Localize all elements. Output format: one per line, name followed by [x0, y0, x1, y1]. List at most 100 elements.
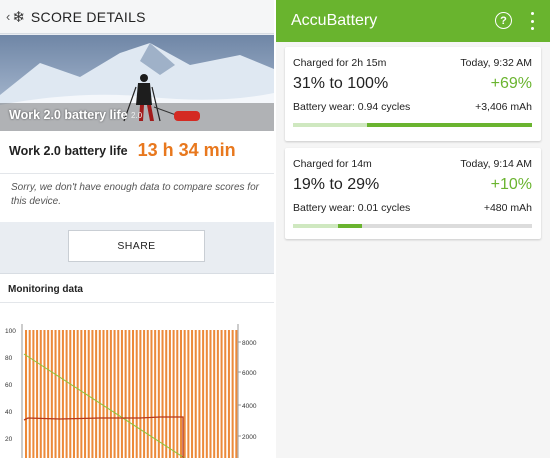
- charge-progress-bar: [293, 123, 532, 127]
- activity-bar: [216, 330, 219, 458]
- activity-bar: [198, 330, 201, 458]
- charge-added-segment: [367, 123, 532, 127]
- pcmark-panel: ‹ ❄ SCORE DETAILS Work 2.0 battery life …: [0, 0, 274, 458]
- charge-session-card[interactable]: Charged for 14m Today, 9:14 AM 19% to 29…: [285, 148, 541, 239]
- charge-session-card[interactable]: Charged for 2h 15m Today, 9:32 AM 31% to…: [285, 47, 541, 141]
- score-details-header: ‹ ❄ SCORE DETAILS: [0, 0, 274, 34]
- activity-bar: [205, 330, 208, 458]
- activity-bar: [124, 330, 127, 458]
- activity-bar: [183, 330, 186, 458]
- hero-image: Work 2.0 battery life 2.0: [0, 35, 274, 131]
- activity-bar: [202, 330, 205, 458]
- activity-bar: [106, 330, 109, 458]
- activity-bar: [120, 330, 123, 458]
- activity-bar: [61, 330, 64, 458]
- activity-bar: [50, 330, 53, 458]
- right-axis-tick: 6000: [242, 370, 257, 377]
- activity-bar: [179, 330, 182, 458]
- activity-bar: [98, 330, 101, 458]
- charge-delta: +69%: [490, 75, 532, 92]
- battery-wear: Battery wear: 0.94 cycles: [293, 101, 411, 113]
- activity-bar: [187, 330, 190, 458]
- activity-bar: [76, 330, 79, 458]
- activity-bar: [157, 330, 160, 458]
- activity-bar: [191, 330, 194, 458]
- activity-bar: [161, 330, 164, 458]
- share-button[interactable]: SHARE: [68, 230, 205, 262]
- right-axis-tick: 2000: [242, 434, 257, 441]
- charge-duration: Charged for 14m: [293, 158, 372, 170]
- charge-duration: Charged for 2h 15m: [293, 57, 387, 69]
- monitoring-chart: 100 80 60 40 20 8000 6000 4000 2000: [5, 324, 257, 458]
- accubattery-panel: AccuBattery ? Charged for 2h 15m Today, …: [276, 0, 550, 458]
- activity-bar: [91, 330, 94, 458]
- activity-bar: [117, 330, 120, 458]
- activity-bar: [43, 330, 46, 458]
- activity-bar: [87, 330, 90, 458]
- activity-bar: [65, 330, 68, 458]
- activity-bar: [58, 330, 61, 458]
- activity-bar: [36, 330, 39, 458]
- charge-progress-bar: [293, 224, 532, 228]
- activity-bar: [28, 330, 31, 458]
- activity-bar: [176, 330, 179, 458]
- activity-bar: [194, 330, 197, 458]
- charge-start-segment: [293, 224, 339, 228]
- activity-bar: [109, 330, 112, 458]
- activity-bar: [39, 330, 42, 458]
- activity-bar: [32, 330, 35, 458]
- activity-bar: [25, 330, 28, 458]
- activity-bar: [69, 330, 72, 458]
- monitoring-data-card: Monitoring data 100 80 60 40 20 8000 6000 4000 2…: [0, 273, 274, 458]
- activity-bar: [220, 330, 223, 458]
- charge-range: 31% to 100%: [293, 75, 389, 92]
- charge-capacity: +3,406 mAh: [475, 101, 532, 113]
- activity-bar: [209, 330, 212, 458]
- page-title: SCORE DETAILS: [30, 8, 146, 25]
- activity-bar: [113, 330, 116, 458]
- activity-bar: [47, 330, 50, 458]
- activity-bar: [224, 330, 227, 458]
- right-axis-tick: 8000: [242, 340, 257, 347]
- activity-bar: [72, 330, 75, 458]
- activity-bar: [54, 330, 57, 458]
- snowflake-icon: ❄: [12, 8, 25, 26]
- activity-bar: [135, 330, 138, 458]
- activity-bar: [128, 330, 131, 458]
- activity-bar: [165, 330, 168, 458]
- score-card: Work 2.0 battery life 13 h 34 min Sorry,…: [0, 131, 274, 222]
- charge-start-segment: [293, 123, 368, 127]
- activity-bar: [132, 330, 135, 458]
- hero-benchmark-label: Work 2.0 battery life: [9, 108, 128, 122]
- help-circle-icon[interactable]: ?: [495, 12, 512, 29]
- right-axis-tick: 4000: [242, 403, 257, 410]
- charge-time: Today, 9:32 AM: [460, 57, 532, 69]
- activity-bar: [139, 330, 142, 458]
- activity-bar: [146, 330, 149, 458]
- activity-bar: [235, 330, 238, 458]
- left-axis-tick: 40: [5, 409, 13, 416]
- battery-wear: Battery wear: 0.01 cycles: [293, 202, 411, 214]
- divider: [0, 173, 274, 174]
- left-axis-tick: 60: [5, 382, 13, 389]
- activity-bar: [231, 330, 234, 458]
- score-value: 13 h 34 min: [137, 140, 236, 160]
- charge-delta: +10%: [490, 176, 532, 193]
- more-vert-icon[interactable]: [529, 12, 535, 30]
- score-row: Work 2.0 battery life 13 h 34 min: [9, 140, 236, 161]
- activity-bar: [227, 330, 230, 458]
- activity-bar: [168, 330, 171, 458]
- left-axis-tick: 80: [5, 355, 13, 362]
- charge-range: 19% to 29%: [293, 176, 380, 193]
- score-label: Work 2.0 battery life: [9, 143, 128, 158]
- activity-bar: [150, 330, 153, 458]
- left-axis-tick: 100: [5, 328, 16, 335]
- hero-version: 2.0: [131, 111, 143, 120]
- left-axis-tick: 20: [5, 436, 13, 443]
- comparison-note: Sorry, we don't have enough data to comp…: [11, 182, 259, 207]
- chevron-left-icon[interactable]: ‹: [6, 9, 10, 24]
- activity-bar: [213, 330, 216, 458]
- charge-time: Today, 9:14 AM: [460, 158, 532, 170]
- activity-bar: [95, 330, 98, 458]
- app-title: AccuBattery: [291, 12, 378, 29]
